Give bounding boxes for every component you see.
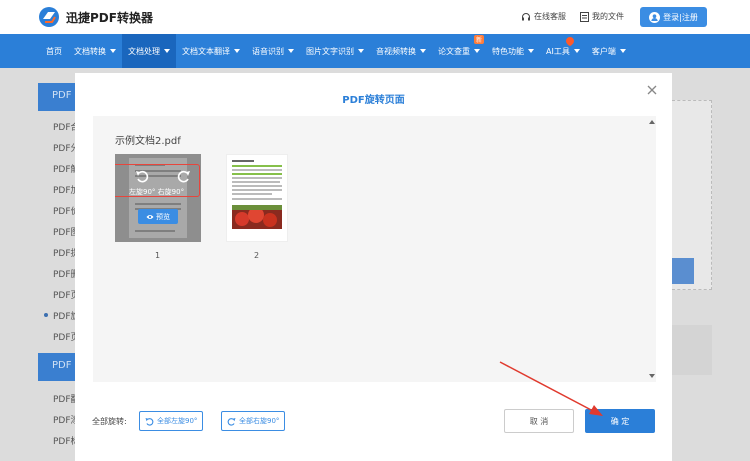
nav-item-label: 语音识别 <box>252 46 284 56</box>
file-name: 示例文档2.pdf <box>115 136 181 147</box>
chevron-down-icon <box>288 49 294 53</box>
nav-item-label: AI工具 <box>546 46 570 56</box>
my-files-label: 我的文件 <box>592 12 624 21</box>
login-label: 登录|注册 <box>663 12 698 22</box>
chevron-down-icon <box>420 49 426 53</box>
rotate-all-right-label: 全部右旋90° <box>239 417 280 425</box>
scroll-down-icon[interactable] <box>649 374 655 378</box>
nav-item-label: 文档转换 <box>74 46 106 56</box>
nav-item-9[interactable]: AI工具 <box>540 34 586 68</box>
cancel-button[interactable]: 取 消 <box>504 409 574 433</box>
rotate-all-right-button[interactable]: 全部右旋90° <box>221 411 286 431</box>
nav-item-1[interactable]: 文档转换 <box>68 34 122 68</box>
rotate-pages-dialog: PDF旋转页面 示例文档2.pdf 左旋90° 右旋90° 预览 1 2 全部旋… <box>75 73 672 461</box>
logo-icon[interactable] <box>37 6 61 28</box>
nav-item-label: 客户端 <box>591 46 616 56</box>
chevron-down-icon <box>619 49 626 53</box>
top-header: 迅捷PDF转换器 在线客服 我的文件 登录|注册 <box>0 0 750 34</box>
chevron-down-icon <box>573 49 580 53</box>
nav-item-label: 特色功能 <box>492 46 524 56</box>
my-files-link[interactable]: 我的文件 <box>580 11 624 22</box>
main-nav: 首页 文档转换 文档处理 文档文本翻译 语音识别 图片文字识别 音视频转换 论文查重新特色功能… <box>0 34 750 68</box>
nav-item-label: 论文查重 <box>438 46 470 56</box>
nav-item-label: 图片文字识别 <box>306 46 354 56</box>
rotate-all-label: 全部旋转: <box>92 417 127 426</box>
page-thumbnail-1[interactable]: 左旋90° 右旋90° 预览 <box>115 154 201 242</box>
nav-item-10[interactable]: 客户端 <box>586 34 632 68</box>
rotate-highlight-box <box>115 164 200 197</box>
background-button <box>672 258 694 284</box>
headset-icon <box>522 12 530 20</box>
nav-item-8[interactable]: 特色功能 <box>486 34 540 68</box>
rotate-right-icon <box>227 417 236 426</box>
active-bullet <box>44 313 48 317</box>
nav-item-5[interactable]: 图片文字识别 <box>300 34 370 68</box>
tomatoes-image <box>232 205 282 229</box>
preview-label: 预览 <box>156 212 170 221</box>
chevron-down-icon <box>164 49 170 53</box>
page-number-1: 1 <box>155 251 161 260</box>
nav-item-label: 文档处理 <box>128 46 160 56</box>
brand-name[interactable]: 迅捷PDF转换器 <box>66 9 153 26</box>
chevron-down-icon <box>234 49 240 53</box>
rotate-all-left-button[interactable]: 全部左旋90° <box>139 411 204 431</box>
preview-button[interactable]: 预览 <box>138 209 178 224</box>
chevron-down-icon <box>528 49 534 53</box>
nav-item-6[interactable]: 音视频转换 <box>370 34 432 68</box>
new-badge: 新 <box>473 35 484 44</box>
dialog-title: PDF旋转页面 <box>342 95 405 106</box>
nav-item-3[interactable]: 文档文本翻译 <box>176 34 246 68</box>
online-support-link[interactable]: 在线客服 <box>521 11 566 22</box>
nav-item-label: 音视频转换 <box>376 46 416 56</box>
online-support-label: 在线客服 <box>534 12 566 21</box>
nav-item-label: 首页 <box>46 46 62 56</box>
nav-item-2[interactable]: 文档处理 <box>122 34 176 68</box>
confirm-button[interactable]: 确 定 <box>585 409 655 433</box>
eye-icon <box>146 214 154 219</box>
background-panel <box>672 325 712 375</box>
nav-item-4[interactable]: 语音识别 <box>246 34 300 68</box>
user-icon <box>649 11 661 23</box>
nav-item-7[interactable]: 论文查重新 <box>432 34 486 68</box>
page-number-2: 2 <box>254 251 260 260</box>
nav-item-label: 文档文本翻译 <box>182 46 230 56</box>
login-button[interactable]: 登录|注册 <box>640 7 707 27</box>
rotate-all-left-label: 全部左旋90° <box>157 417 198 425</box>
chevron-down-icon <box>110 49 116 53</box>
page-thumbnail-2[interactable] <box>226 154 288 242</box>
pages-area[interactable]: 示例文档2.pdf 左旋90° 右旋90° 预览 1 2 <box>93 116 656 382</box>
close-icon[interactable] <box>645 83 659 97</box>
chevron-down-icon <box>474 49 480 53</box>
rotate-left-icon <box>145 417 154 426</box>
file-icon <box>580 11 589 22</box>
nav-item-0[interactable]: 首页 <box>40 34 68 68</box>
scroll-up-icon[interactable] <box>649 120 655 124</box>
chevron-down-icon <box>358 49 364 53</box>
